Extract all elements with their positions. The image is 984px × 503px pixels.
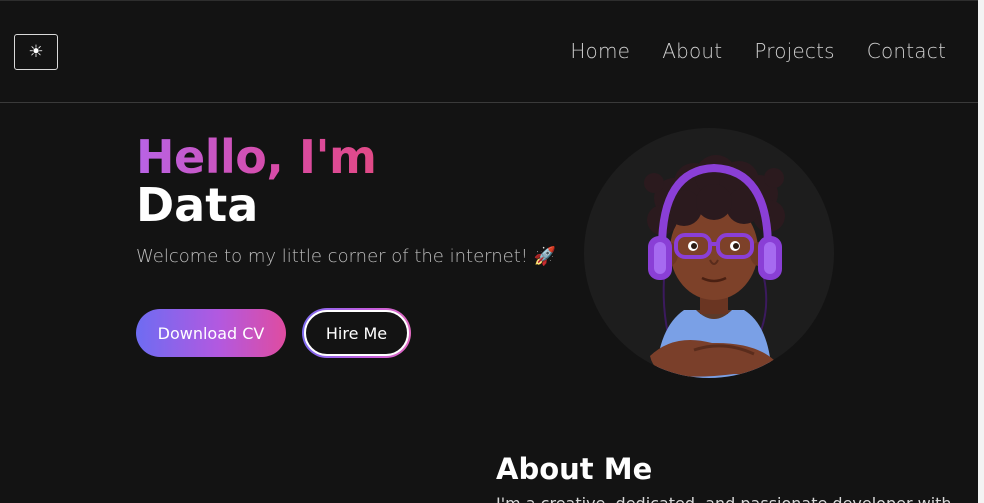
hero-name: Data <box>136 178 259 232</box>
nav-link-home[interactable]: Home <box>570 39 630 63</box>
avatar-illustration <box>644 155 785 378</box>
hire-me-button[interactable]: Hire Me <box>302 308 411 358</box>
download-cv-button[interactable]: Download CV <box>136 309 286 357</box>
nav-link-contact[interactable]: Contact <box>867 39 946 63</box>
hero-subtitle: Welcome to my little corner of the inter… <box>136 246 557 267</box>
hero-greeting: Hello, I'm <box>136 130 377 184</box>
nav-link-about[interactable]: About <box>662 39 722 63</box>
page-scrollbar[interactable] <box>978 0 984 503</box>
theme-toggle-button[interactable]: ☀ <box>14 34 58 70</box>
about-section-text: I'm a creative, dedicated, and passionat… <box>496 494 967 503</box>
site-header: ☀ Home About Projects Contact <box>0 0 978 103</box>
avatar <box>584 128 834 378</box>
main-nav: Home About Projects Contact <box>570 39 946 63</box>
hire-me-button-label: Hire Me <box>304 310 409 356</box>
sun-icon: ☀ <box>28 42 44 62</box>
about-section-title: About Me <box>496 452 653 486</box>
portfolio-page: ☀ Home About Projects Contact Hello, I'm… <box>0 0 978 503</box>
nav-link-projects[interactable]: Projects <box>754 39 834 63</box>
